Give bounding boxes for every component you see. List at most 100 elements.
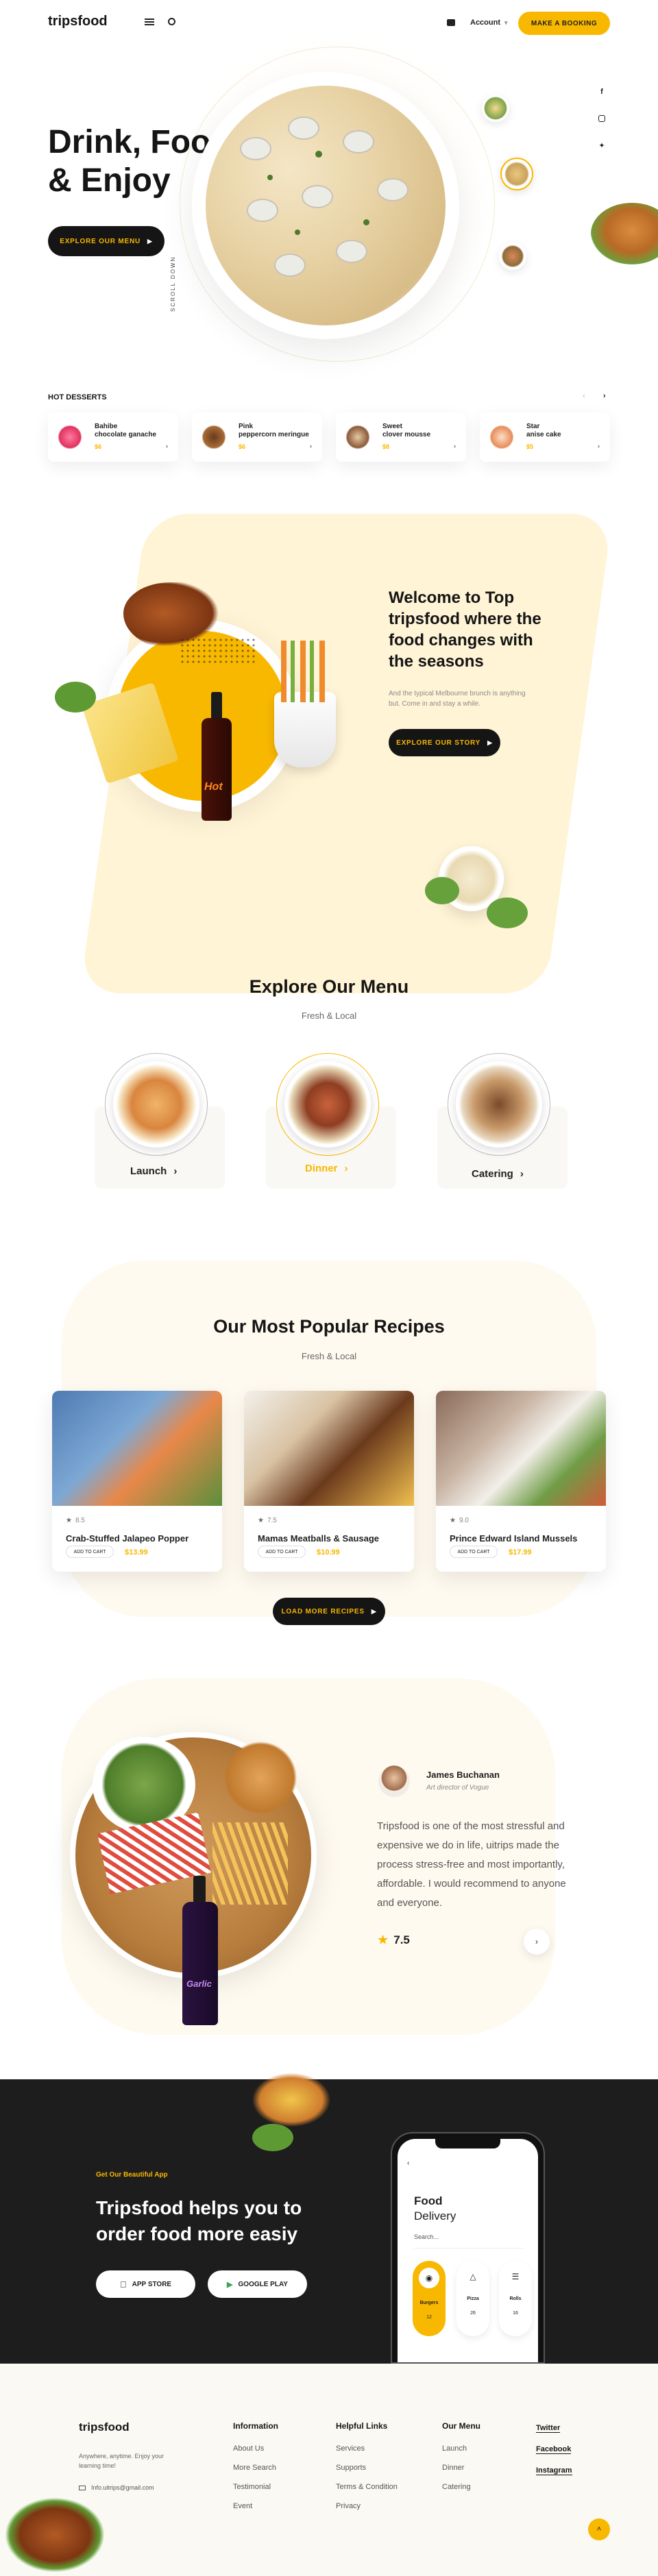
add-to-cart-button[interactable]: ADD TO CART: [450, 1546, 498, 1558]
footer-link[interactable]: Services: [336, 2444, 398, 2453]
footer-link[interactable]: More Search: [233, 2464, 278, 2472]
recipe-image: [244, 1391, 414, 1506]
dessert-card[interactable]: Pink peppercorn meringue $6 ›: [192, 412, 322, 462]
recipe-card[interactable]: ★ 8.5 Crab-Stuffed Jalapeo Popper ADD TO …: [52, 1391, 222, 1572]
footer-logo[interactable]: tripsfood: [79, 2420, 130, 2434]
clam-cluster: [226, 110, 425, 301]
phone-category-rolls[interactable]: ☰ Rolls 16: [499, 2261, 532, 2336]
footer-link[interactable]: Privacy: [336, 2502, 398, 2510]
chevron-right-icon[interactable]: ›: [166, 443, 168, 449]
dessert-image: [488, 423, 515, 451]
orbit-dish-3[interactable]: [499, 243, 526, 270]
testimonial-quote: Tripsfood is one of the most stressful a…: [377, 1817, 566, 1913]
instagram-icon[interactable]: [598, 115, 605, 122]
dot-pattern: [180, 637, 255, 665]
dessert-name: Pink: [239, 423, 254, 430]
recipes-title: Our Most Popular Recipes: [213, 1316, 445, 1337]
footer-link[interactable]: Terms & Condition: [336, 2483, 398, 2491]
hot-sauce-bottle: Hot: [199, 692, 234, 822]
menu-item-label: Dinner: [305, 1163, 338, 1174]
recipe-card[interactable]: ★ 9.0 Prince Edward Island Mussels ADD TO…: [436, 1391, 606, 1572]
instagram-link[interactable]: Instagram: [536, 2466, 572, 2475]
orbit-dish-2[interactable]: [500, 158, 533, 190]
account-label: Account: [470, 18, 500, 27]
app-title-line: order food more easiy: [96, 2223, 298, 2244]
welcome-title-line: food changes with: [389, 631, 533, 649]
quote-line: process stress-free and most importantly…: [377, 1859, 565, 1870]
menu-card-dinner[interactable]: Dinner ›: [254, 1045, 404, 1196]
facebook-link[interactable]: Facebook: [536, 2445, 572, 2454]
footer-email[interactable]: Info.uitrips@gmail.com: [79, 2484, 154, 2491]
add-to-cart-button[interactable]: ADD TO CART: [258, 1546, 306, 1558]
phone-mockup: ‹ Food Delivery Search... ◉ Burgers 12 △…: [391, 2132, 545, 2364]
footer-link[interactable]: Dinner: [442, 2464, 480, 2472]
menu-card-catering[interactable]: Catering ›: [425, 1045, 576, 1196]
explore-story-button[interactable]: EXPLORE OUR STORY ▶: [389, 729, 500, 756]
search-icon[interactable]: [168, 18, 175, 25]
add-to-cart-button[interactable]: ADD TO CART: [66, 1546, 114, 1558]
phone-search-input[interactable]: Search...: [414, 2233, 524, 2249]
menu-subtitle: Fresh & Local: [301, 1011, 357, 1021]
phone-notch: [435, 2139, 500, 2148]
menu-item-label: Launch: [130, 1165, 167, 1177]
twitter-icon[interactable]: ✦: [596, 141, 607, 150]
phone-category-pizza[interactable]: △ Pizza 26: [456, 2261, 489, 2336]
account-menu[interactable]: Account ▾: [470, 18, 508, 27]
phone-category-burgers[interactable]: ◉ Burgers 12: [413, 2261, 446, 2336]
next-testimonial-button[interactable]: ›: [524, 1929, 550, 1955]
footer-link[interactable]: Catering: [442, 2483, 480, 2491]
logo[interactable]: tripsfood: [48, 14, 108, 29]
app-store-button[interactable]: APP STORE: [96, 2270, 195, 2298]
back-to-top-button[interactable]: ˄: [588, 2518, 610, 2540]
menu-card-launch[interactable]: Launch ›: [82, 1045, 233, 1196]
dessert-name: clover mousse: [382, 431, 431, 438]
chevron-right-icon[interactable]: ›: [598, 443, 600, 449]
footer-link[interactable]: About Us: [233, 2444, 278, 2453]
fries-image: [212, 1822, 288, 1905]
social-bar: f ✦: [596, 88, 607, 150]
chevron-right-icon: ›: [344, 1163, 348, 1174]
chevron-right-icon[interactable]: ›: [310, 443, 312, 449]
footer-column: Information About Us More Search Testimo…: [233, 2421, 278, 2521]
tagline-line: learning time!: [79, 2462, 117, 2469]
phone-back-icon[interactable]: ‹: [407, 2159, 409, 2167]
category-count: 12: [426, 2315, 432, 2320]
load-more-button[interactable]: LOAD MORE RECIPES ▶: [273, 1598, 385, 1625]
menu-icon[interactable]: [145, 18, 154, 25]
chevron-right-icon[interactable]: ›: [454, 443, 456, 449]
explore-menu-button[interactable]: EXPLORE OUR MENU ▶: [48, 226, 164, 256]
dessert-prev-button[interactable]: ‹: [583, 392, 585, 400]
star-icon: ★: [450, 1517, 456, 1524]
app-title: Tripsfood helps you to order food more e…: [96, 2195, 302, 2247]
star-icon: ★: [258, 1517, 264, 1524]
rolls-icon: ☰: [511, 2272, 520, 2281]
scroll-down[interactable]: SCROLL DOWN: [170, 256, 176, 312]
app-store-label: APP STORE: [128, 2280, 171, 2288]
dessert-card[interactable]: Bahibe chocolate ganache $6 ›: [48, 412, 178, 462]
arrow-right-icon: ▶: [147, 237, 153, 245]
twitter-link[interactable]: Twitter: [536, 2424, 561, 2433]
google-play-button[interactable]: ▶ GOOGLE PLAY: [208, 2270, 307, 2298]
dip-cup-image: [274, 692, 336, 767]
dinner-dish-image: [284, 1061, 371, 1148]
quote-line: expensive we do in life, uitrips made th…: [377, 1840, 559, 1851]
footer-link[interactable]: Testimonial: [233, 2483, 278, 2491]
dessert-image: [344, 423, 371, 451]
footer-link[interactable]: Event: [233, 2502, 278, 2510]
chevron-down-icon: ▾: [504, 18, 508, 26]
footer-column: Helpful Links Services Supports Terms & …: [336, 2421, 398, 2521]
footer-link[interactable]: Launch: [442, 2444, 480, 2453]
dessert-next-button[interactable]: ›: [603, 392, 606, 400]
cart-icon[interactable]: [447, 19, 455, 26]
star-icon: ★: [66, 1517, 72, 1524]
dessert-name: anise cake: [526, 431, 561, 438]
footer-link[interactable]: Supports: [336, 2464, 398, 2472]
facebook-icon[interactable]: f: [596, 88, 607, 96]
parsley-leaf: [252, 2124, 293, 2151]
app-kicker: Get Our Beautiful App: [96, 2171, 168, 2179]
recipe-card[interactable]: ★ 7.5 Mamas Meatballs & Sausage ADD TO CA…: [244, 1391, 414, 1572]
orbit-dish-1[interactable]: [482, 95, 509, 122]
dessert-card[interactable]: Sweet clover mousse $8 ›: [336, 412, 466, 462]
make-booking-button[interactable]: MAKE A BOOKING: [518, 12, 610, 35]
dessert-card[interactable]: Star anise cake $5 ›: [480, 412, 610, 462]
